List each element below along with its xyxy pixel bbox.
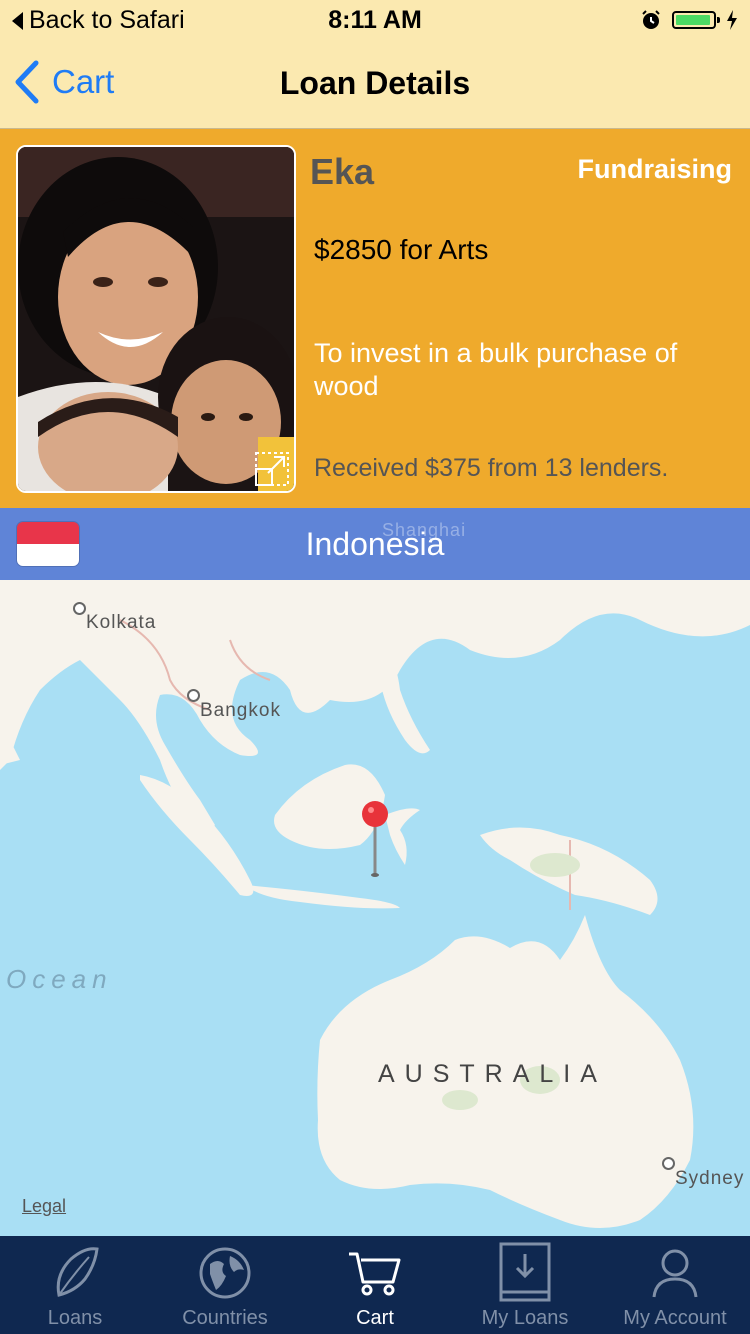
tab-label-my-loans: My Loans: [481, 1307, 569, 1329]
country-name: Indonesia: [305, 526, 445, 562]
globe-icon: [199, 1247, 251, 1299]
navigation-bar: Cart Loan Details: [0, 40, 750, 129]
borrower-photo[interactable]: [16, 145, 296, 493]
map-ocean-label: Ocean: [6, 964, 113, 994]
expand-photo-icon[interactable]: [254, 451, 290, 487]
loan-use-description: To invest in a bulk purchase of wood: [314, 338, 678, 401]
city-marker-bangkok: [187, 689, 200, 702]
tab-loans[interactable]: Loans: [0, 1236, 150, 1334]
map-city-label-bangkok: Bangkok: [200, 700, 281, 721]
tab-label-my-account: My Account: [623, 1307, 727, 1329]
tab-my-loans[interactable]: My Loans: [450, 1236, 600, 1334]
status-bar: Back to Safari 8:11 AM: [0, 0, 750, 40]
tab-my-account[interactable]: My Account: [600, 1236, 750, 1334]
status-time: 8:11 AM: [328, 6, 422, 34]
person-icon: [652, 1249, 698, 1298]
loan-funding-progress: Received $375 from 13 lenders.: [314, 454, 669, 482]
tab-cart[interactable]: Cart: [300, 1236, 450, 1334]
map-city-label-sydney: Sydney: [675, 1168, 745, 1189]
country-bar: Shanghai Indonesia: [0, 508, 750, 580]
borrower-photo-image: [18, 147, 294, 491]
cart-icon: [349, 1252, 401, 1296]
map-landmass: [0, 580, 750, 1228]
tab-label-cart: Cart: [356, 1307, 394, 1329]
city-marker-sydney: [662, 1157, 675, 1170]
loan-amount: $2850 for Arts: [314, 234, 489, 265]
map-legal-link[interactable]: Legal: [22, 1196, 66, 1217]
tab-label-loans: Loans: [47, 1307, 103, 1329]
loan-status-badge: Fundraising: [577, 154, 733, 184]
location-pin-icon[interactable]: [360, 800, 390, 880]
battery-icon: [672, 11, 720, 29]
loan-summary: Eka Fundraising $2850 for Arts To invest…: [0, 129, 750, 508]
alarm-icon: [642, 10, 660, 29]
map-city-label-kolkata: Kolkata: [86, 612, 157, 633]
page-title: Loan Details: [279, 65, 471, 101]
status-indicators: [640, 9, 738, 31]
borrower-name: Eka: [310, 151, 375, 192]
map-continent-label: AUSTRALIA: [378, 1060, 607, 1088]
book-icon: [499, 1242, 551, 1302]
leaf-icon: [56, 1247, 99, 1297]
city-marker-kolkata: [73, 602, 86, 615]
tab-countries[interactable]: Countries: [150, 1236, 300, 1334]
tab-bar: Loans Countries Cart My Loans My Account: [0, 1236, 750, 1334]
tab-label-countries: Countries: [182, 1307, 268, 1329]
loan-location-map[interactable]: Kolkata Bangkok Sydney Ocean AUSTRALIA L…: [0, 580, 750, 1236]
charging-bolt-icon: [727, 10, 737, 30]
